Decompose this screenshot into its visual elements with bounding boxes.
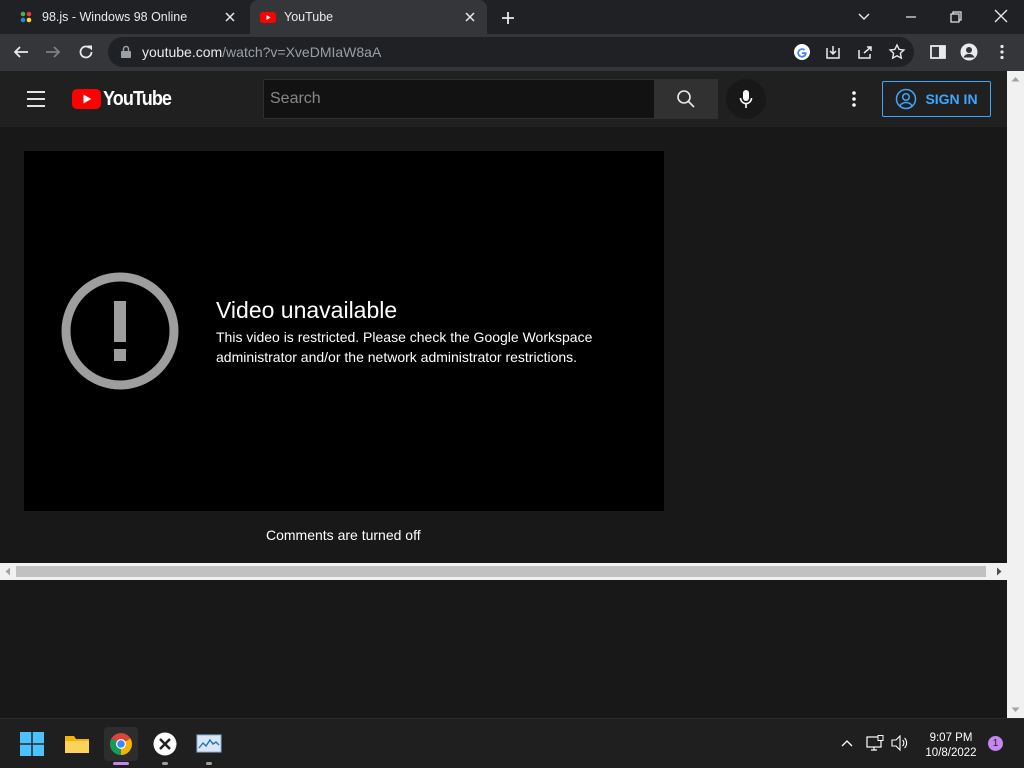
- profile-button[interactable]: [960, 43, 978, 61]
- share-icon[interactable]: [856, 43, 874, 61]
- tab-title: YouTube: [284, 10, 334, 24]
- profile-icon: [960, 43, 978, 61]
- microphone-icon: [739, 90, 753, 108]
- clock-time: 9:07 PM: [929, 732, 973, 744]
- minimize-icon: [906, 16, 916, 18]
- restore-icon: [950, 11, 962, 23]
- chrome-icon: [110, 733, 132, 755]
- file-explorer-button[interactable]: [60, 727, 94, 761]
- folder-icon: [65, 736, 89, 753]
- forward-button[interactable]: [44, 43, 62, 61]
- chrome-menu-button[interactable]: [993, 43, 1011, 61]
- account-circle-icon: [896, 88, 917, 110]
- restore-button[interactable]: [947, 8, 965, 26]
- url-text: youtube.com/watch?v=XveDMIaW8aA: [142, 44, 381, 60]
- kebab-menu-icon: [852, 91, 856, 107]
- close-tab-icon[interactable]: [219, 6, 241, 28]
- close-icon: [994, 9, 1008, 23]
- scrollbar-thumb[interactable]: [16, 566, 986, 577]
- new-tab-button[interactable]: [499, 9, 517, 27]
- youtube-logo-text: YouTube: [103, 87, 172, 110]
- error-title: Video unavailable: [216, 297, 398, 323]
- url-host: youtube.com: [142, 44, 223, 60]
- scroll-down-icon[interactable]: [1011, 706, 1020, 714]
- speaker-icon: [891, 735, 908, 751]
- performance-monitor-icon: [196, 734, 222, 753]
- horizontal-scrollbar[interactable]: [0, 563, 1007, 580]
- voice-search-button[interactable]: [726, 79, 766, 119]
- tab-strip: 98.js - Windows 98 Online YouTube: [0, 0, 1024, 34]
- side-panel-icon: [930, 45, 946, 59]
- settings-menu-button[interactable]: [845, 89, 863, 109]
- youtube-play-logo-icon: [72, 89, 101, 109]
- close-tab-icon[interactable]: [459, 6, 481, 28]
- plus-icon: [502, 12, 514, 24]
- tab-title: 98.js - Windows 98 Online: [42, 10, 188, 24]
- monitor-app-button[interactable]: [192, 727, 226, 765]
- arrow-right-icon: [46, 46, 61, 58]
- arrow-left-icon: [13, 46, 28, 58]
- notification-badge[interactable]: 1: [988, 736, 1003, 751]
- active-indicator: [113, 762, 129, 765]
- tab-98js[interactable]: 98.js - Windows 98 Online: [0, 0, 247, 34]
- chevron-up-icon: [841, 740, 853, 747]
- vertical-scrollbar[interactable]: [1007, 71, 1024, 718]
- sign-in-button[interactable]: SIGN IN: [882, 81, 991, 117]
- search-icon: [677, 90, 695, 108]
- clock-date: 10/8/2022: [925, 747, 977, 759]
- reload-button[interactable]: [77, 43, 95, 61]
- error-exclamation-icon: [61, 272, 179, 390]
- tab-youtube[interactable]: YouTube: [250, 0, 487, 34]
- taskbar: 9:07 PM 10/8/2022 1: [0, 718, 1024, 768]
- side-panel-button[interactable]: [929, 43, 947, 61]
- youtube-logo[interactable]: YouTube: [72, 88, 179, 110]
- search-button[interactable]: [654, 79, 718, 119]
- sign-in-label: SIGN IN: [925, 91, 978, 107]
- network-icon: [866, 735, 884, 751]
- error-message: This video is restricted. Please check t…: [216, 329, 593, 365]
- comments-status: Comments are turned off: [266, 527, 421, 543]
- bookmark-star-icon[interactable]: [888, 43, 906, 61]
- youtube-page: YouTube SIGN IN Video unavailable This v…: [0, 71, 1007, 718]
- network-button[interactable]: [866, 735, 884, 751]
- start-button[interactable]: [15, 727, 49, 761]
- scroll-up-icon[interactable]: [1011, 75, 1020, 83]
- back-button[interactable]: [12, 43, 30, 61]
- address-bar[interactable]: youtube.com/watch?v=XveDMIaW8aA: [108, 37, 914, 67]
- close-window-button[interactable]: [992, 7, 1010, 25]
- running-indicator: [162, 762, 168, 765]
- windows-logo-icon: [20, 732, 44, 756]
- x-circle-icon: [153, 732, 177, 756]
- minimize-button[interactable]: [902, 8, 920, 26]
- tab-search-button[interactable]: [855, 8, 873, 26]
- install-app-icon[interactable]: [824, 43, 842, 61]
- running-indicator: [206, 762, 212, 765]
- lock-icon[interactable]: [120, 45, 132, 59]
- video-player[interactable]: Video unavailable This video is restrict…: [24, 151, 664, 511]
- guide-menu-button[interactable]: [26, 90, 46, 108]
- system-clock[interactable]: 9:07 PM 10/8/2022: [914, 731, 988, 761]
- chrome-taskbar-button[interactable]: [104, 727, 138, 765]
- app-taskbar-button[interactable]: [148, 727, 182, 765]
- search-input[interactable]: [264, 80, 654, 118]
- hamburger-menu-icon: [27, 91, 45, 107]
- browser-toolbar: youtube.com/watch?v=XveDMIaW8aA: [0, 34, 1024, 71]
- youtube-favicon-icon: [260, 12, 276, 23]
- scroll-right-icon[interactable]: [995, 567, 1003, 576]
- chevron-down-icon: [858, 13, 870, 20]
- url-path: /watch?v=XveDMIaW8aA: [222, 44, 382, 60]
- volume-button[interactable]: [891, 735, 909, 751]
- search-box: [263, 79, 655, 119]
- youtube-header: YouTube SIGN IN: [0, 71, 1007, 127]
- google-lens-icon[interactable]: [793, 43, 811, 61]
- scroll-left-icon[interactable]: [4, 567, 12, 576]
- reload-icon: [79, 45, 93, 59]
- show-hidden-icons-button[interactable]: [840, 736, 854, 750]
- windows98-favicon-icon: [20, 11, 32, 23]
- kebab-menu-icon: [1000, 44, 1004, 60]
